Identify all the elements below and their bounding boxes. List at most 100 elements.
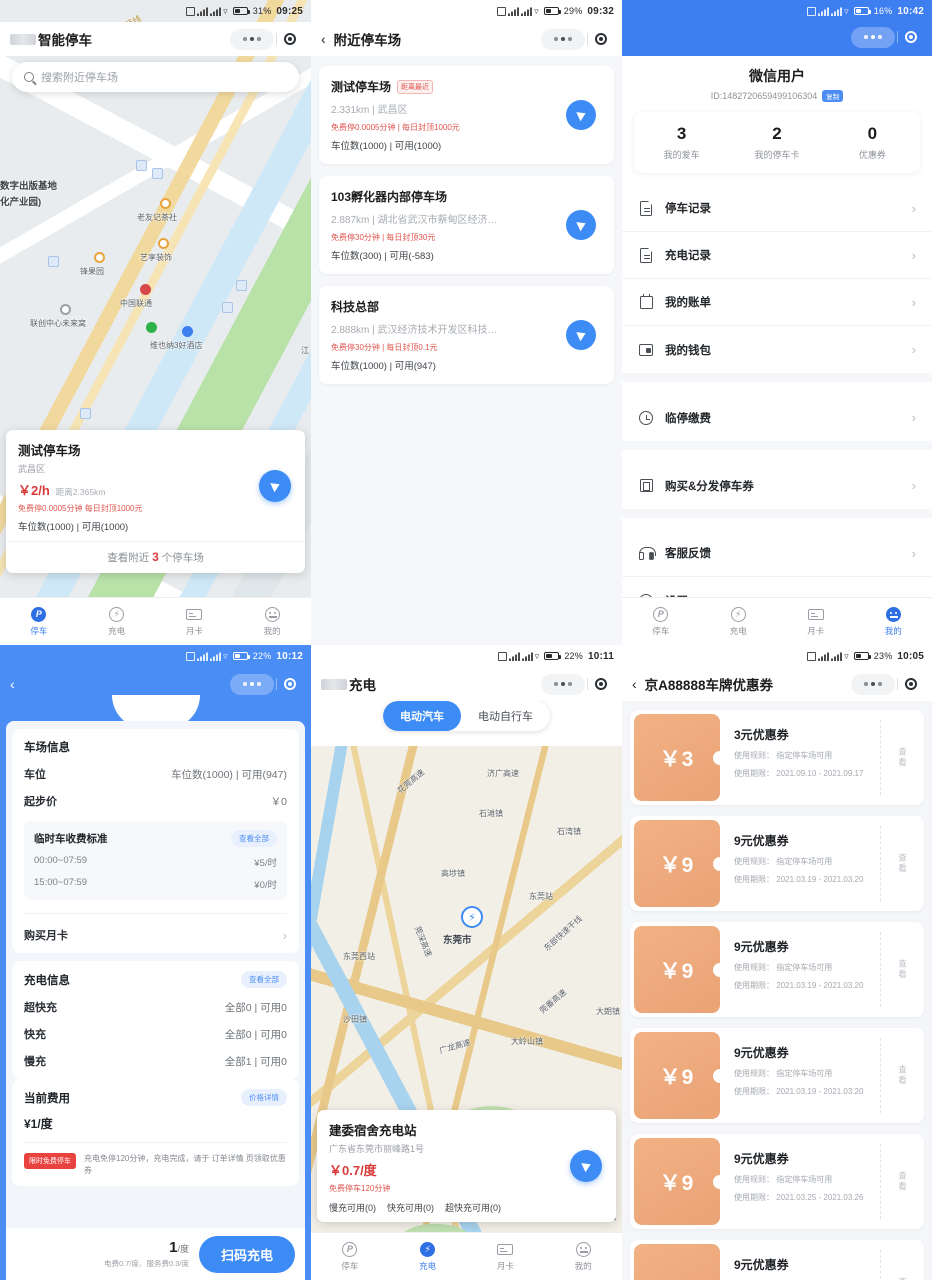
coupon-action[interactable]: 查看 <box>880 720 924 795</box>
more-menu-button[interactable] <box>851 673 895 695</box>
more-menu-button[interactable] <box>230 28 274 50</box>
wechat-capsule[interactable] <box>851 26 922 48</box>
tab-profile[interactable]: 我的 <box>855 598 932 645</box>
close-capsule-button[interactable] <box>590 29 612 50</box>
coupon-action[interactable]: 查看 <box>880 1038 924 1113</box>
list-item[interactable]: 科技总部 2.888km | 武汉经济技术开发区科技… 免费停30分钟 | 每日… <box>319 286 614 384</box>
stat-my-cars[interactable]: 3 我的爱车 <box>634 124 729 161</box>
copy-id-button[interactable]: 复制 <box>822 90 844 102</box>
more-menu-button[interactable] <box>541 28 585 50</box>
amount-breakdown: 电费0.7/度、服务费0.3/度 <box>103 1259 189 1268</box>
navigate-button[interactable] <box>566 100 596 130</box>
menu-item-my-bills[interactable]: 我的账单 › <box>622 279 932 326</box>
stat-parking-cards[interactable]: 2 我的停车卡 <box>729 124 824 161</box>
coupon-period: 使用期限： 2021.03.19 - 2021.03.20 <box>734 1087 864 1096</box>
navigate-button[interactable] <box>570 1150 602 1182</box>
close-capsule-button[interactable] <box>900 27 922 48</box>
more-menu-button[interactable] <box>230 673 274 695</box>
wechat-capsule[interactable] <box>541 28 612 50</box>
close-capsule-button[interactable] <box>279 29 301 50</box>
parking-info-card[interactable]: 测试停车场 武昌区 ￥2/h 距离2.365km 免费停0.0005分钟 每日封… <box>6 430 305 573</box>
list-item[interactable]: 103孵化器内部停车场 2.887km | 湖北省武汉市蔡甸区经济… 免费停30… <box>319 176 614 274</box>
coupon-action[interactable]: 查看 <box>880 1250 924 1280</box>
navigate-button[interactable] <box>259 469 291 502</box>
view-nearby-lots-button[interactable]: 查看附近 3 个停车场 <box>6 541 305 573</box>
nearby-lot-list[interactable]: 测试停车场 距离最近 2.331km | 武昌区 免费停0.0005分钟 | 每… <box>311 56 622 645</box>
user-id-row: ID:1482720659499106304 复制 <box>622 90 932 102</box>
list-item[interactable]: ￥9 9元优惠券 使用规则： 指定停车场可用 使用期限： 2021.03.19 … <box>630 1028 924 1123</box>
stat-coupons[interactable]: 0 优惠券 <box>825 124 920 161</box>
menu-item-temp-payment[interactable]: 临停缴费 › <box>622 394 932 441</box>
info-card-body: 建委宿舍充电站 广东省东莞市丽峰路1号 ￥0.7/度 免费停车120分钟 慢充可… <box>317 1110 616 1222</box>
list-item[interactable]: ￥9 9元优惠券 使用规则： 指定停车场可用 使用期限： 2021.03.25 … <box>630 1134 924 1229</box>
tab-monthly-card[interactable]: 月卡 <box>156 598 234 645</box>
segment-ev-car[interactable]: 电动汽车 <box>383 701 461 731</box>
view-all-chargers-button[interactable]: 查看全部 <box>241 971 287 988</box>
navigation-arrow-icon <box>576 108 588 122</box>
tab-parking[interactable]: P 停车 <box>311 1233 389 1280</box>
map-label: 大岭山镇 <box>511 1037 543 1046</box>
signal2-icon <box>210 6 222 16</box>
tab-charging[interactable]: ⚡ 充电 <box>700 598 778 645</box>
panel-home-map: ▿ 31% 09:25 智能停车 金地熙墅 一环线 数字出版基地 化产业园) <box>0 0 311 645</box>
close-capsule-button[interactable] <box>590 674 612 695</box>
buy-monthly-card-row[interactable]: 购买月卡 › <box>24 913 287 943</box>
coupon-action[interactable]: 查看 <box>880 932 924 1007</box>
capsule-divider <box>897 678 898 690</box>
list-item[interactable]: ￥9 9元优惠券 使用规则： 指定停车场可用 使用期限： 2021.03.25 … <box>630 1240 924 1280</box>
coupon-rule: 使用规则： 指定停车场可用 <box>734 963 833 972</box>
wechat-capsule[interactable] <box>851 673 922 695</box>
list-item[interactable]: ￥3 3元优惠券 使用规则： 指定停车场可用 使用期限： 2021.09.10 … <box>630 710 924 805</box>
list-item[interactable]: 测试停车场 距离最近 2.331km | 武昌区 免费停0.0005分钟 | 每… <box>319 66 614 164</box>
back-button[interactable]: ‹ <box>632 677 637 691</box>
navigate-button[interactable] <box>566 210 596 240</box>
page-title: 京A88888车牌优惠券 <box>644 678 773 693</box>
coupon-action[interactable]: 查看 <box>880 1144 924 1219</box>
scan-to-charge-button[interactable]: 扫码充电 <box>198 1235 295 1273</box>
menu-item-customer-service[interactable]: 客服反馈 › <box>622 530 932 577</box>
close-capsule-button[interactable] <box>279 674 301 695</box>
menu-item-charging-records[interactable]: 充电记录 › <box>622 232 932 279</box>
row-key: 超快充 <box>24 1002 57 1014</box>
menu-item-parking-records[interactable]: 停车记录 › <box>622 185 932 232</box>
tab-profile[interactable]: 我的 <box>544 1233 622 1280</box>
map-marker-icon <box>80 408 91 419</box>
more-menu-button[interactable] <box>851 26 895 48</box>
back-button[interactable]: ‹ <box>321 32 326 46</box>
menu-label: 充电记录 <box>665 250 711 262</box>
coupon-list[interactable]: ￥3 3元优惠券 使用规则： 指定停车场可用 使用期限： 2021.09.10 … <box>622 701 932 1280</box>
tab-charging[interactable]: ⚡ 充电 <box>389 1233 467 1280</box>
coupon-action[interactable]: 查看 <box>880 826 924 901</box>
back-button[interactable]: ‹ <box>10 677 15 691</box>
charge-station-card[interactable]: 建委宿舍充电站 广东省东莞市丽峰路1号 ￥0.7/度 免费停车120分钟 慢充可… <box>317 1110 616 1222</box>
charge-station-marker[interactable]: ⚡ <box>461 906 483 928</box>
tab-parking[interactable]: P 停车 <box>622 598 700 645</box>
more-menu-button[interactable] <box>541 673 585 695</box>
chevron-right-icon: › <box>911 342 916 357</box>
close-capsule-button[interactable] <box>900 674 922 695</box>
row-value: 车位数(1000) | 可用(947) <box>171 768 287 781</box>
menu-item-my-wallet[interactable]: 我的钱包 › <box>622 326 932 373</box>
navigate-button[interactable] <box>566 320 596 350</box>
list-item[interactable]: ￥9 9元优惠券 使用规则： 指定停车场可用 使用期限： 2021.03.19 … <box>630 816 924 911</box>
search-input[interactable]: 搜索附近停车场 <box>12 62 299 92</box>
segment-ev-bike[interactable]: 电动自行车 <box>461 701 550 731</box>
tab-monthly-card[interactable]: 月卡 <box>467 1233 545 1280</box>
tab-monthly-card[interactable]: 月卡 <box>777 598 855 645</box>
tab-charging[interactable]: ⚡ 充电 <box>78 598 156 645</box>
row-key: 起步价 <box>24 796 57 808</box>
detail-sheet[interactable]: 车场信息 车位 车位数(1000) | 可用(947) 起步价 ￥0 临时车收费… <box>6 721 305 1280</box>
list-item[interactable]: ￥9 9元优惠券 使用规则： 指定停车场可用 使用期限： 2021.03.19 … <box>630 922 924 1017</box>
segment-control[interactable]: 电动汽车 电动自行车 <box>383 701 550 731</box>
wechat-capsule[interactable] <box>230 673 301 695</box>
panel-profile: ▿ 16% 10:42 微信用户 ID:1482720659499106304 … <box>622 0 932 645</box>
view-all-fees-button[interactable]: 查看全部 <box>231 830 277 847</box>
wechat-capsule[interactable] <box>230 28 301 50</box>
signal2-icon <box>521 651 533 661</box>
price-detail-button[interactable]: 价格详情 <box>241 1089 287 1106</box>
chevron-right-icon: › <box>911 200 916 216</box>
menu-item-buy-distribute-coupons[interactable]: 购买&分发停车券 › <box>622 462 932 509</box>
tab-parking[interactable]: P 停车 <box>0 598 78 645</box>
wechat-capsule[interactable] <box>541 673 612 695</box>
tab-profile[interactable]: 我的 <box>233 598 311 645</box>
